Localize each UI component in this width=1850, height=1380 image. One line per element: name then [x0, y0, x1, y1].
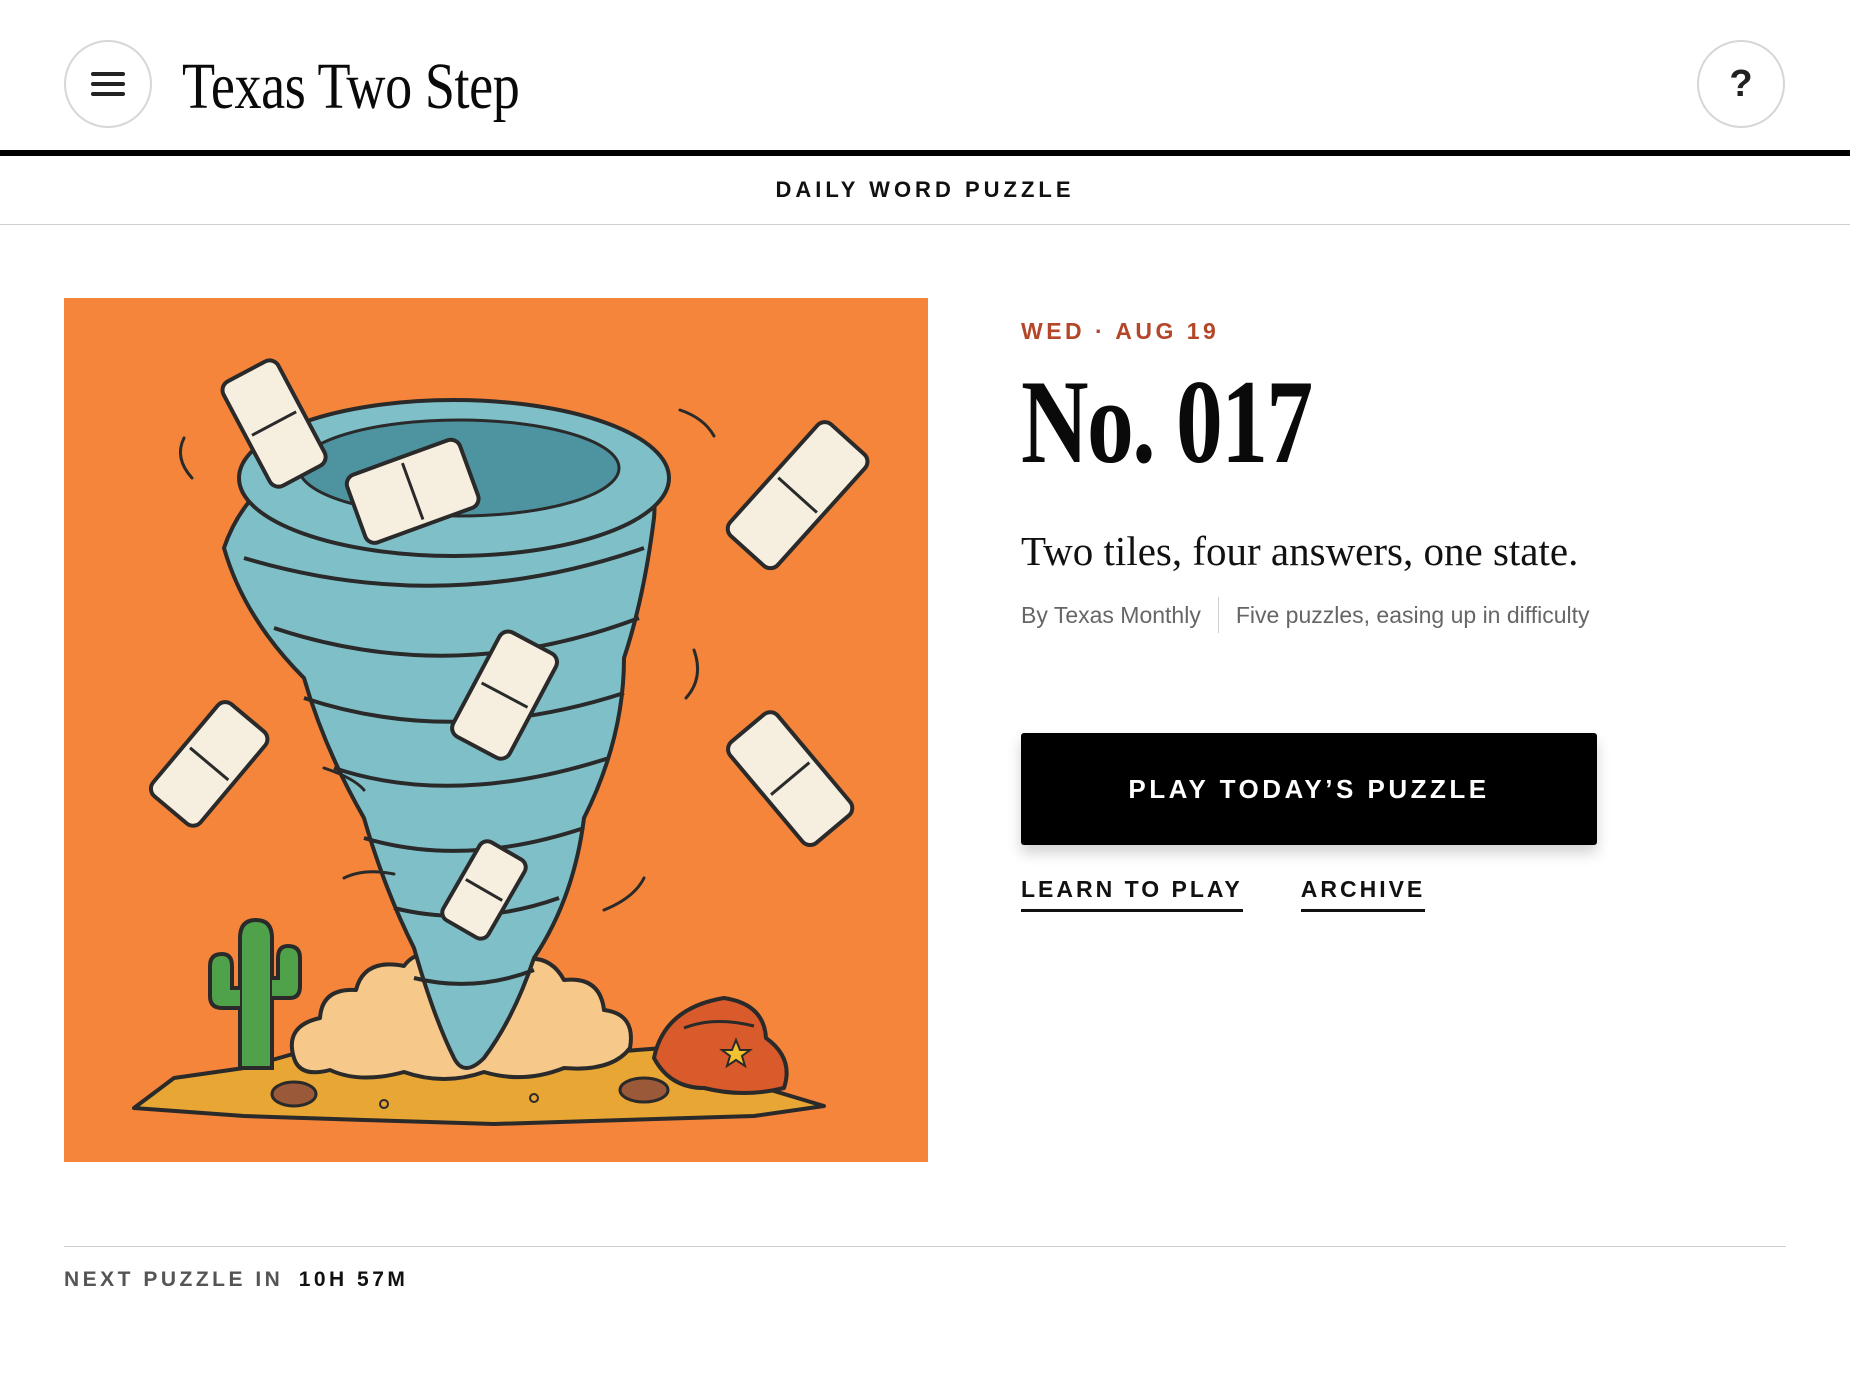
menu-button[interactable] — [64, 40, 152, 128]
help-icon: ? — [1729, 62, 1753, 105]
site-header: Texas Two Step ? — [0, 0, 1850, 156]
secondary-links: LEARN TO PLAY ARCHIVE — [1021, 876, 1426, 912]
learn-to-play-link[interactable]: LEARN TO PLAY — [1021, 876, 1243, 912]
byline: By Texas Monthly — [1021, 601, 1201, 628]
section-nav: DAILY WORD PUZZLE — [0, 156, 1850, 225]
puzzle-meta: By Texas Monthly Five puzzles, easing up… — [1021, 597, 1761, 633]
countdown-label: NEXT PUZZLE IN — [64, 1268, 284, 1291]
countdown-value: 10H 57M — [298, 1268, 409, 1291]
menu-icon — [91, 72, 125, 96]
tornado-illustration — [64, 298, 928, 1162]
archive-link[interactable]: ARCHIVE — [1300, 876, 1426, 912]
section-label: DAILY WORD PUZZLE — [775, 177, 1075, 202]
next-puzzle-countdown: NEXT PUZZLE IN 10H 57M — [64, 1268, 408, 1292]
footer-divider — [64, 1246, 1786, 1247]
puzzle-info: WED · AUG 19 No. 017 Two tiles, four ans… — [1021, 318, 1761, 633]
site-title[interactable]: Texas Two Step — [182, 42, 520, 132]
difficulty-note: Five puzzles, easing up in difficulty — [1235, 601, 1590, 628]
meta-divider — [1217, 597, 1219, 633]
puzzle-date: WED · AUG 19 — [1021, 318, 1220, 344]
puzzle-number: No. 017 — [1021, 355, 1313, 488]
help-button[interactable]: ? — [1697, 40, 1785, 128]
puzzle-illustration — [64, 298, 928, 1162]
play-today-button[interactable]: PLAY TODAY’S PUZZLE — [1021, 733, 1597, 845]
play-button-label: PLAY TODAY’S PUZZLE — [1128, 773, 1490, 804]
puzzle-tagline: Two tiles, four answers, one state. — [1021, 528, 1579, 574]
